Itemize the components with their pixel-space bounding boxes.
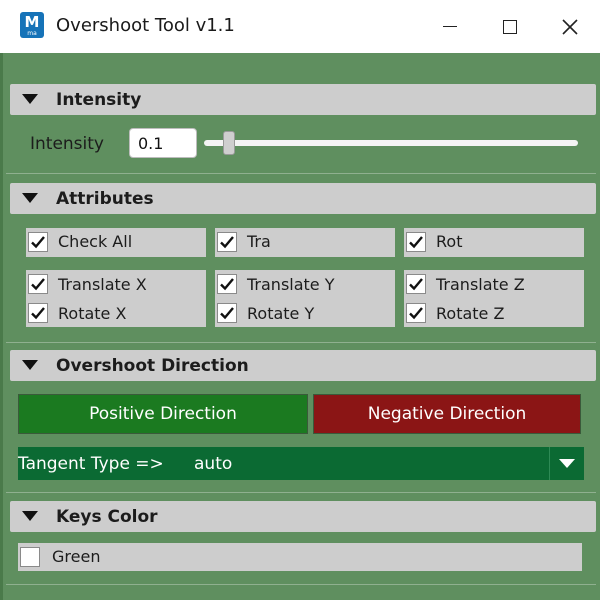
- maya-app-icon: M ma: [20, 12, 44, 38]
- translate-y-label: Translate Y: [247, 275, 335, 294]
- checkbox-box[interactable]: [217, 232, 237, 252]
- collapse-triangle-icon: [22, 94, 38, 104]
- section-title: Attributes: [56, 189, 154, 209]
- intensity-section-header[interactable]: Intensity: [10, 84, 596, 115]
- divider: [6, 584, 596, 585]
- checkbox-label: Check All: [58, 232, 133, 251]
- rotate-y-label: Rotate Y: [247, 304, 315, 323]
- close-icon: [562, 18, 578, 35]
- window-title: Overshoot Tool v1.1: [56, 15, 235, 36]
- checkmark-icon: [409, 236, 423, 249]
- intensity-slider-handle[interactable]: [223, 131, 235, 155]
- rotate-x-label: Rotate X: [58, 304, 127, 323]
- collapse-triangle-icon: [22, 193, 38, 203]
- checkmark-icon: [31, 278, 45, 291]
- divider: [6, 342, 596, 343]
- checkmark-icon: [409, 278, 423, 291]
- chevron-down-icon: [559, 459, 575, 468]
- rotate-y-checkbox[interactable]: [217, 303, 237, 323]
- translate-z-label: Translate Z: [436, 275, 525, 294]
- minimize-button[interactable]: [420, 0, 480, 53]
- divider: [6, 173, 596, 174]
- checkmark-icon: [409, 307, 423, 320]
- checkmark-icon: [220, 278, 234, 291]
- maximize-icon: [503, 19, 517, 34]
- keys-color-section-header[interactable]: Keys Color: [10, 501, 596, 532]
- collapse-triangle-icon: [22, 360, 38, 370]
- checkmark-icon: [31, 307, 45, 320]
- rotate-x-checkbox[interactable]: [28, 303, 48, 323]
- tangent-type-dropdown[interactable]: Tangent Type => auto: [18, 447, 584, 480]
- translate-y-checkbox[interactable]: [217, 274, 237, 294]
- section-title: Intensity: [56, 90, 142, 110]
- intensity-label: Intensity: [30, 134, 104, 154]
- rotate-z-label: Rotate Z: [436, 304, 505, 323]
- title-bar: M ma Overshoot Tool v1.1: [0, 0, 600, 54]
- positive-direction-button[interactable]: Positive Direction: [18, 394, 308, 434]
- minimize-icon: [443, 25, 457, 28]
- checkbox-box[interactable]: [20, 547, 40, 567]
- close-button[interactable]: [540, 0, 600, 53]
- checkmark-icon: [31, 236, 45, 249]
- check-all-checkbox[interactable]: Check All: [26, 228, 206, 257]
- axis-group-left: Translate X Rotate X: [26, 270, 206, 327]
- intensity-input[interactable]: [129, 128, 197, 158]
- checkbox-box[interactable]: [28, 232, 48, 252]
- section-title: Overshoot Direction: [56, 356, 249, 376]
- translate-x-label: Translate X: [58, 275, 147, 294]
- translate-x-checkbox[interactable]: [28, 274, 48, 294]
- tangent-type-label: Tangent Type =>: [18, 454, 164, 474]
- checkbox-label: Green: [52, 547, 101, 566]
- axis-group-right: Translate Z Rotate Z: [404, 270, 584, 327]
- tra-checkbox[interactable]: Tra: [215, 228, 395, 257]
- checkbox-box[interactable]: [406, 232, 426, 252]
- translate-z-checkbox[interactable]: [406, 274, 426, 294]
- axis-group-middle: Translate Y Rotate Y: [215, 270, 395, 327]
- app-icon-letter: M: [24, 13, 40, 31]
- intensity-slider-track[interactable]: [204, 140, 578, 146]
- rot-checkbox[interactable]: Rot: [404, 228, 584, 257]
- tangent-type-value: auto: [194, 454, 233, 474]
- negative-direction-button[interactable]: Negative Direction: [313, 394, 581, 434]
- attributes-section-header[interactable]: Attributes: [10, 183, 596, 214]
- checkbox-label: Tra: [247, 232, 271, 251]
- section-title: Keys Color: [56, 507, 158, 527]
- divider: [6, 492, 596, 493]
- checkmark-icon: [220, 307, 234, 320]
- direction-section-header[interactable]: Overshoot Direction: [10, 350, 596, 381]
- green-checkbox[interactable]: Green: [18, 543, 582, 571]
- app-icon-sub: ma: [27, 30, 37, 37]
- rotate-z-checkbox[interactable]: [406, 303, 426, 323]
- dropdown-button[interactable]: [549, 447, 584, 480]
- checkbox-label: Rot: [436, 232, 463, 251]
- maximize-button[interactable]: [480, 0, 540, 53]
- checkmark-icon: [220, 236, 234, 249]
- collapse-triangle-icon: [22, 511, 38, 521]
